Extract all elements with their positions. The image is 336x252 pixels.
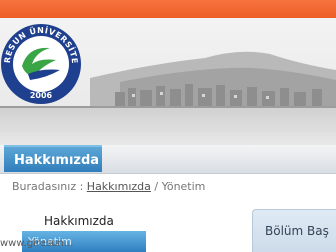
content-title: Bölüm Baş <box>265 224 329 238</box>
breadcrumb-separator: / <box>150 180 162 193</box>
main-nav: Hakkımızda <box>0 145 336 174</box>
university-logo: GİRESUN ÜNİVERSİTESİ 2006 <box>0 18 81 104</box>
logo-year: 2006 <box>30 91 53 100</box>
breadcrumb-current: Yönetim <box>161 180 206 193</box>
breadcrumb: Buradasınız : Hakkımızda / Yönetim <box>12 180 205 194</box>
sidebar-title: Hakkımızda <box>44 214 114 228</box>
breadcrumb-link-hakkimizda[interactable]: Hakkımızda <box>87 180 151 193</box>
site-watermark: www.giresun... <box>0 238 74 249</box>
breadcrumb-prefix: Buradasınız : <box>12 180 84 193</box>
header-banner: GİRESUN ÜNİVERSİTESİ 2006 <box>0 18 336 145</box>
nav-item-hakkimizda[interactable]: Hakkımızda <box>4 145 102 172</box>
top-accent-bar <box>0 0 336 18</box>
content-panel: Bölüm Baş <box>252 209 336 252</box>
